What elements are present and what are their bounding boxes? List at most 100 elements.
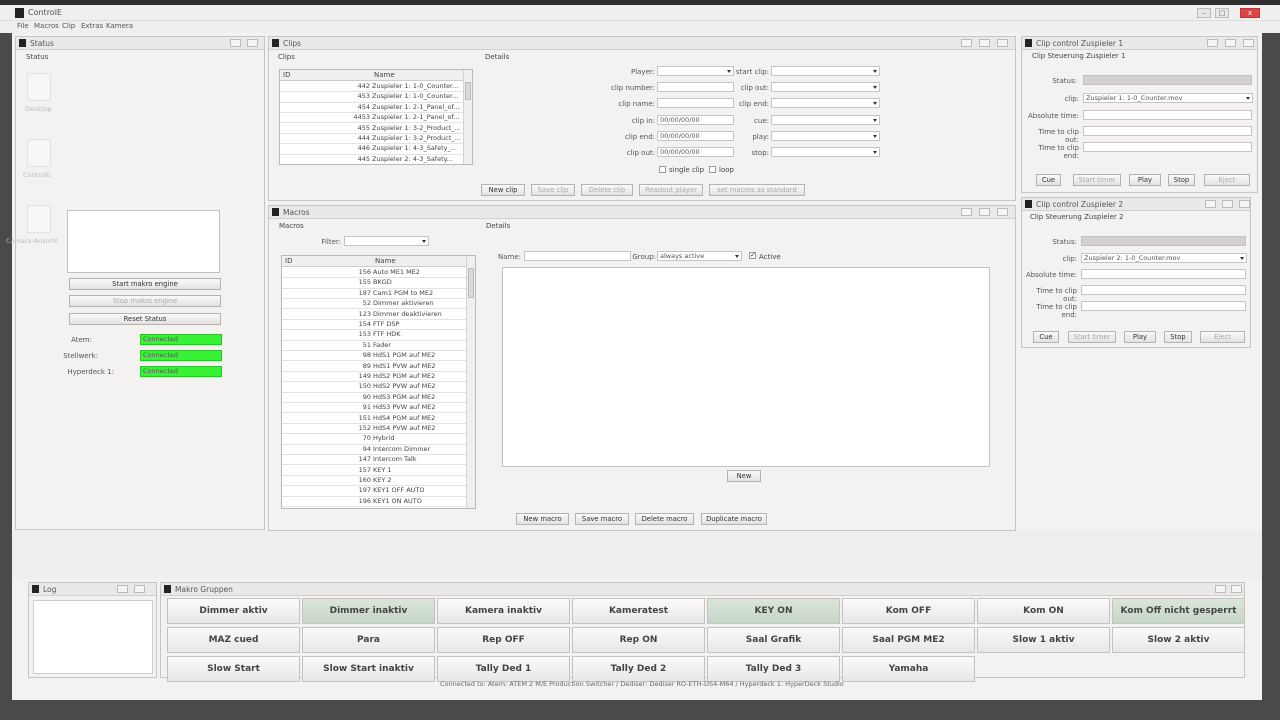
- clip-end-field[interactable]: 00/00/00/00: [657, 131, 734, 141]
- camera-view-icon[interactable]: [27, 205, 51, 233]
- macro-table-row[interactable]: 160 KEY 2: [282, 476, 467, 487]
- save-macro-button[interactable]: Save macro: [575, 513, 629, 525]
- cc1-cue-button[interactable]: Cue: [1036, 174, 1061, 186]
- panel-close-icon[interactable]: [997, 208, 1008, 216]
- macro-group-button[interactable]: Rep OFF: [437, 627, 570, 653]
- macro-table-row[interactable]: 149 HdS2 PGM auf ME2: [282, 372, 467, 383]
- macro-group-button[interactable]: Tally Ded 2: [572, 656, 705, 682]
- desktop-folder-icon[interactable]: [27, 73, 51, 101]
- macro-table-row[interactable]: 154 FTF DSP: [282, 320, 467, 331]
- macro-group-button[interactable]: Tally Ded 1: [437, 656, 570, 682]
- clip-in-field[interactable]: 00/00/00/00: [657, 115, 734, 125]
- cc1-play-button[interactable]: Play: [1129, 174, 1161, 186]
- cc2-clip-select[interactable]: Zuspieler 2: 1-0_Counter.mov: [1081, 253, 1247, 263]
- delete-clip-button[interactable]: Delete clip: [581, 184, 633, 196]
- stop-macro-select[interactable]: [771, 147, 880, 157]
- macro-table-row[interactable]: 151 HdS4 PGM auf ME2: [282, 414, 467, 424]
- menu-kamera[interactable]: Kamera: [106, 22, 133, 30]
- panel-restore-icon[interactable]: [1225, 39, 1236, 47]
- macro-group-button[interactable]: Rep ON: [572, 627, 705, 653]
- macro-table-row[interactable]: 51 Fader: [282, 341, 467, 351]
- clip-table-row[interactable]: 4453 Zuspieler 1: 2-1_Panel_of...: [280, 113, 464, 124]
- macro-table-row[interactable]: 90 HdS3 PGM auf ME2: [282, 393, 467, 403]
- macros-scrollbar[interactable]: [466, 256, 475, 508]
- macro-table-row[interactable]: 70 Hybrid: [282, 434, 467, 445]
- new-clip-button[interactable]: New clip: [481, 184, 525, 196]
- macro-group-button[interactable]: MAZ cued: [167, 627, 300, 653]
- panel-minimize-icon[interactable]: [1215, 585, 1226, 593]
- macro-table-row[interactable]: 94 Intercom Dimmer: [282, 445, 467, 455]
- macro-group-button[interactable]: Yamaha: [842, 656, 975, 682]
- cc2-start-timer-button[interactable]: Start timer: [1068, 331, 1116, 343]
- panel-restore-icon[interactable]: [134, 585, 145, 593]
- cc2-cue-button[interactable]: Cue: [1033, 331, 1059, 343]
- macro-table-row[interactable]: 196 KEY1 ON AUTO: [282, 497, 467, 507]
- panel-restore-icon[interactable]: [979, 39, 990, 47]
- play-macro-select[interactable]: [771, 131, 880, 141]
- close-icon[interactable]: x: [1240, 8, 1260, 18]
- macro-group-button[interactable]: Kom OFF: [842, 598, 975, 624]
- macro-table-row[interactable]: 187 Cam1 PGM to ME2: [282, 289, 467, 299]
- macro-group-button[interactable]: Slow 2 aktiv: [1112, 627, 1245, 653]
- macro-active-checkbox[interactable]: [749, 251, 756, 259]
- macro-group-button[interactable]: Kom Off nicht gesperrt: [1112, 598, 1245, 624]
- reset-status-button[interactable]: Reset Status: [69, 313, 221, 325]
- cc2-stop-button[interactable]: Stop: [1164, 331, 1192, 343]
- macro-group-select[interactable]: always active: [657, 251, 742, 261]
- delete-macro-button[interactable]: Delete macro: [635, 513, 694, 525]
- macro-steps-area[interactable]: [502, 267, 990, 467]
- macro-group-button[interactable]: Slow 1 aktiv: [977, 627, 1110, 653]
- cc1-start-timer-button[interactable]: Start timer: [1073, 174, 1121, 186]
- stop-makro-engine-button[interactable]: Stop makro engine: [69, 295, 221, 307]
- clip-name-field[interactable]: [657, 98, 734, 108]
- panel-minimize-icon[interactable]: [117, 585, 128, 593]
- macro-group-button[interactable]: Kom ON: [977, 598, 1110, 624]
- macro-table-row[interactable]: 152 HdS4 PVW auf ME2: [282, 424, 467, 435]
- macro-table-row[interactable]: 123 Dimmer deaktivieren: [282, 310, 467, 320]
- macro-table-row[interactable]: 157 KEY 1: [282, 466, 467, 476]
- clip-table-row[interactable]: 442 Zuspieler 1: 1-0_Counter...: [280, 82, 464, 93]
- panel-minimize-icon[interactable]: [961, 208, 972, 216]
- panel-minimize-icon[interactable]: [1205, 200, 1216, 208]
- clip-table-row[interactable]: 446 Zuspieler 1: 4-3_Safety_...: [280, 144, 464, 155]
- panel-restore-icon[interactable]: [1222, 200, 1233, 208]
- clip-out-field[interactable]: 00/00/00/00: [657, 147, 734, 157]
- macro-group-button[interactable]: Kameratest: [572, 598, 705, 624]
- clip-table-row[interactable]: 445 Zuspieler 2: 4-3_Safety...: [280, 155, 464, 164]
- clip-table-row[interactable]: 454 Zuspieler 1: 2-1_Panel_of...: [280, 103, 464, 113]
- controle-app-icon[interactable]: [27, 139, 51, 167]
- cc1-eject-button[interactable]: Eject: [1204, 174, 1250, 186]
- maximize-icon[interactable]: □: [1215, 8, 1229, 18]
- macro-table-row[interactable]: 52 Dimmer aktivieren: [282, 299, 467, 310]
- panel-close-icon[interactable]: [1243, 39, 1254, 47]
- save-clip-button[interactable]: Save clip: [531, 184, 575, 196]
- macro-group-button[interactable]: Para: [302, 627, 435, 653]
- macro-group-button[interactable]: Slow Start inaktiv: [302, 656, 435, 682]
- clip-out-macro-select[interactable]: [771, 82, 880, 92]
- cc2-eject-button[interactable]: Eject: [1200, 331, 1245, 343]
- macro-table-row[interactable]: 156 Auto ME1 ME2: [282, 268, 467, 279]
- menu-file[interactable]: File: [17, 22, 29, 30]
- start-clip-select[interactable]: [771, 66, 880, 76]
- panel-close-icon[interactable]: [1239, 200, 1250, 208]
- panel-close-icon[interactable]: [997, 39, 1008, 47]
- macro-group-button[interactable]: Dimmer inaktiv: [302, 598, 435, 624]
- menu-extras[interactable]: Extras: [81, 22, 103, 30]
- macro-group-button[interactable]: Tally Ded 3: [707, 656, 840, 682]
- loop-checkbox[interactable]: [709, 166, 716, 173]
- panel-restore-icon[interactable]: [1231, 585, 1242, 593]
- macro-group-button[interactable]: Saal Grafik: [707, 627, 840, 653]
- macro-table-row[interactable]: 197 KEY1 OFF AUTO: [282, 486, 467, 497]
- filter-select[interactable]: [344, 236, 429, 246]
- macro-table-row[interactable]: 153 FTF HDK: [282, 330, 467, 341]
- cc1-clip-select[interactable]: Zuspieler 1: 1-0_Counter.mov: [1083, 93, 1253, 103]
- macro-group-button[interactable]: Saal PGM ME2: [842, 627, 975, 653]
- macro-table-row[interactable]: 150 HdS2 PVW auf ME2: [282, 382, 467, 393]
- log-text-area[interactable]: [33, 600, 153, 674]
- new-step-button[interactable]: New: [727, 470, 761, 482]
- menu-macros[interactable]: Macros: [34, 22, 59, 30]
- macro-table-row[interactable]: 98 HdS1 PGM auf ME2: [282, 351, 467, 362]
- macro-group-button[interactable]: KEY ON: [707, 598, 840, 624]
- menu-clip[interactable]: Clip: [62, 22, 75, 30]
- macro-name-field[interactable]: [524, 251, 631, 261]
